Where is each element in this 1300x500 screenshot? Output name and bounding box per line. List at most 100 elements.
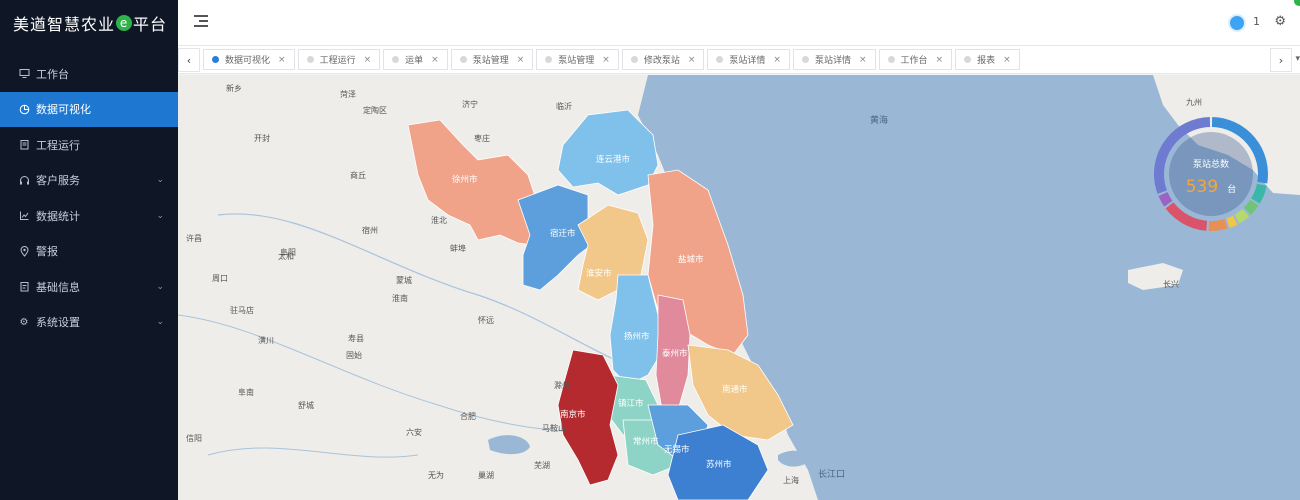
tab-dot-icon: [716, 56, 724, 63]
place-label: 菏泽: [340, 90, 356, 99]
chevron-down-icon[interactable]: ⌄: [156, 282, 164, 292]
place-label: 芜湖: [534, 461, 550, 470]
sidebar-item-engineering[interactable]: 工程运行: [0, 127, 178, 163]
place-label: 太和: [278, 252, 294, 261]
sidebar-item-label: 工作台: [36, 67, 69, 81]
place-label: 合肥: [460, 412, 476, 421]
menu-collapse-icon[interactable]: [194, 15, 208, 27]
document-icon: [18, 281, 30, 293]
tab-label: 数据可视化: [225, 56, 271, 66]
tab-dot-icon: [887, 56, 895, 63]
top-header: 1 ⚙: [178, 0, 1300, 46]
place-label: 枣庄: [474, 134, 490, 143]
clipboard-icon: [18, 139, 30, 151]
sidebar-item-customer-service[interactable]: 客户服务 ⌄: [0, 163, 178, 199]
place-label: 潢川: [258, 336, 274, 345]
city-label: 镇江市: [618, 399, 644, 409]
place-label: 淮北: [431, 216, 447, 225]
user-count: 1: [1253, 15, 1260, 28]
close-icon[interactable]: ×: [936, 55, 944, 65]
close-icon[interactable]: ×: [773, 55, 781, 65]
status-dot-icon: [1294, 0, 1300, 6]
tab-pump-management[interactable]: 泵站管理 ×: [450, 49, 534, 70]
place-label: 长兴: [1163, 280, 1179, 289]
tab-pump-management-2[interactable]: 泵站管理 ×: [536, 49, 619, 70]
chart-circle-icon: [18, 103, 30, 115]
sea-label: 黄海: [870, 116, 889, 126]
tab-dot-icon: [545, 56, 553, 63]
sidebar-item-label: 系统设置: [36, 316, 80, 330]
close-icon[interactable]: ×: [1003, 55, 1011, 65]
place-label: 驻马店: [230, 306, 254, 315]
tab-scroll-left-icon[interactable]: ‹: [178, 48, 200, 72]
sidebar-item-label: 警报: [36, 245, 58, 259]
headset-icon: [18, 174, 30, 186]
close-icon[interactable]: ×: [364, 55, 372, 65]
tab-engineering[interactable]: 工程运行 ×: [297, 49, 381, 70]
close-icon[interactable]: ×: [859, 55, 867, 65]
place-label: 新乡: [226, 84, 242, 93]
donut-segment: [1243, 199, 1259, 215]
sidebar-item-label: 工程运行: [36, 138, 80, 152]
chevron-down-icon[interactable]: ⌄: [156, 211, 164, 221]
tab-menu-icon[interactable]: ▾: [1295, 54, 1300, 64]
city-label: 南京市: [560, 410, 586, 420]
close-icon[interactable]: ×: [278, 55, 286, 65]
brand-title: 美遒智慧农业 e 平台: [0, 0, 178, 46]
city-label: 扬州市: [624, 332, 650, 342]
city-label: 无锡市: [664, 445, 690, 455]
widget-value-row: 539 台: [1150, 177, 1272, 197]
tab-pump-detail-2[interactable]: 泵站详情 ×: [792, 49, 876, 70]
city-label: 苏州市: [706, 460, 732, 470]
place-label: 九州: [1186, 98, 1202, 107]
tab-label: 泵站详情: [814, 56, 851, 66]
tab-scroll-right-icon[interactable]: ›: [1270, 48, 1292, 72]
sidebar-item-label: 客户服务: [36, 174, 80, 188]
place-label: 许昌: [186, 234, 202, 243]
city-label: 淮安市: [586, 269, 612, 279]
place-label: 滁州: [554, 381, 570, 390]
place-label: 寿县: [348, 334, 364, 343]
close-icon[interactable]: ×: [688, 55, 696, 65]
gear-icon: ⚙: [19, 316, 29, 328]
close-icon[interactable]: ×: [517, 55, 525, 65]
chevron-down-icon[interactable]: ⌄: [156, 317, 164, 327]
tab-edit-pump[interactable]: 修改泵站 ×: [621, 49, 705, 70]
place-label: 巢湖: [478, 471, 494, 480]
sidebar-item-workbench[interactable]: 工作台: [0, 56, 178, 92]
sidebar-item-statistics[interactable]: 数据统计 ⌄: [0, 198, 178, 234]
tab-dot-icon: [964, 56, 972, 63]
sidebar-item-basic-info[interactable]: 基础信息 ⌄: [0, 269, 178, 305]
pump-total-widget: 泵站总数 539 台: [1150, 113, 1272, 235]
map-canvas: [178, 75, 1300, 500]
city-label: 徐州市: [452, 175, 478, 185]
tab-waybill[interactable]: 运单 ×: [383, 49, 448, 70]
location-icon: [18, 245, 30, 257]
place-label: 六安: [406, 428, 422, 437]
province-map[interactable]: 黄海 长江口 新乡 菏泽 定陶区 济宁 临沂 枣庄 开封 商丘 宿州 淮北 蚌埠…: [178, 75, 1300, 500]
place-label: 开封: [254, 134, 270, 143]
place-label: 临沂: [556, 102, 572, 111]
donut-chart: [1154, 117, 1268, 231]
tab-dot-icon: [630, 56, 638, 63]
sidebar-item-system-settings[interactable]: ⚙ 系统设置 ⌄: [0, 305, 178, 341]
close-icon[interactable]: ×: [431, 55, 439, 65]
close-icon[interactable]: ×: [602, 55, 610, 65]
widget-value: 539: [1185, 177, 1219, 197]
sidebar-item-alarm[interactable]: 警报: [0, 234, 178, 270]
tab-pump-detail[interactable]: 泵站详情 ×: [707, 49, 790, 70]
brand-title-part2: 平台: [133, 15, 168, 34]
chevron-down-icon[interactable]: ⌄: [156, 175, 164, 185]
tab-label: 报表: [977, 56, 996, 66]
tab-dot-icon: [801, 56, 809, 63]
settings-gear-icon[interactable]: ⚙: [1274, 14, 1286, 29]
sidebar-item-data-visualization[interactable]: 数据可视化: [0, 91, 178, 127]
city-label: 连云港市: [596, 155, 631, 165]
tab-report[interactable]: 报表 ×: [955, 49, 1020, 70]
place-label: 马鞍山: [542, 424, 566, 433]
place-label: 舒城: [298, 401, 314, 410]
tab-workbench[interactable]: 工作台 ×: [878, 49, 953, 70]
avatar[interactable]: [1228, 14, 1246, 32]
city-label: 常州市: [633, 437, 659, 447]
tab-data-visualization[interactable]: 数据可视化 ×: [203, 49, 295, 70]
